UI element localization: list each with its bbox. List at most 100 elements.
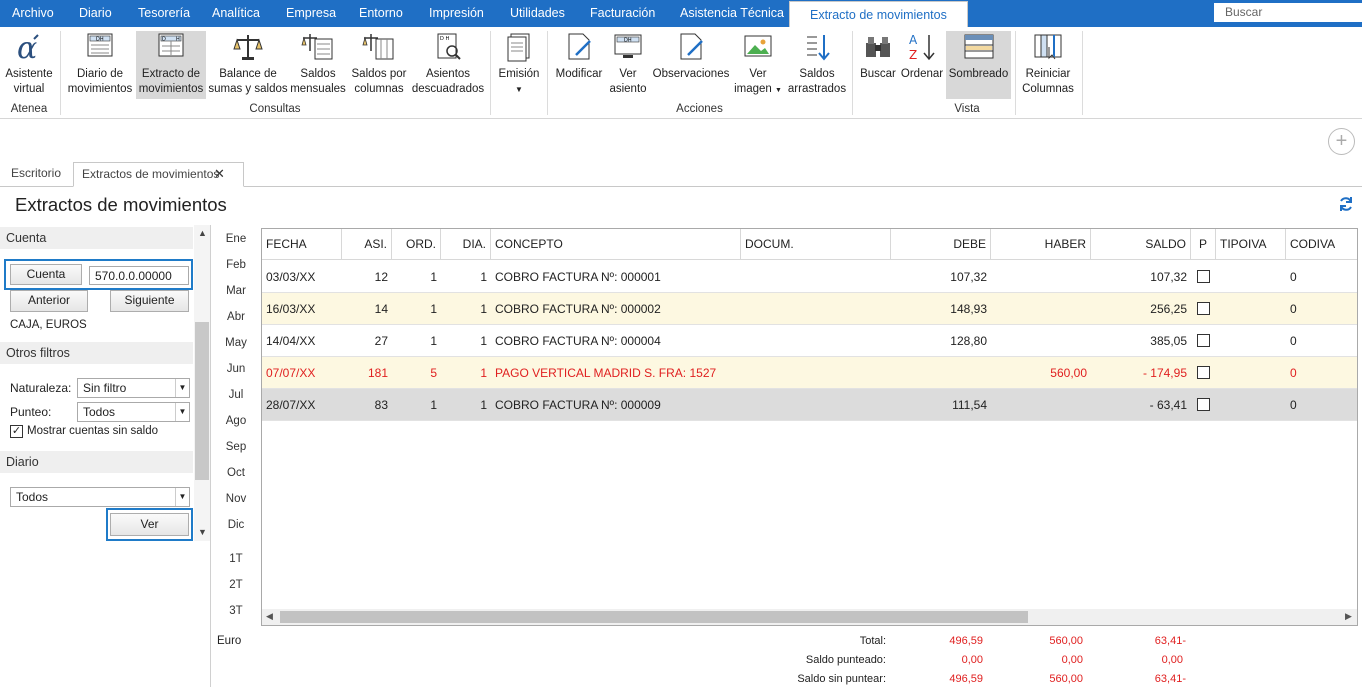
month-ago[interactable]: Ago: [214, 415, 258, 427]
col-tipoiva[interactable]: TIPOIVA: [1216, 229, 1286, 260]
buscar-button[interactable]: Buscar: [858, 31, 898, 82]
col-saldo[interactable]: SALDO: [1091, 229, 1191, 260]
scroll-thumb[interactable]: [280, 611, 1028, 623]
asistente-virtual-button[interactable]: α Asistente virtual: [3, 31, 55, 97]
balance-sumas-saldos-button[interactable]: Balance de sumas y saldos: [208, 31, 288, 97]
punteo-checkbox[interactable]: [1197, 270, 1210, 283]
extracto-movimientos-button[interactable]: DH Extracto de movimientos: [136, 31, 206, 99]
observaciones-button[interactable]: Observaciones: [651, 31, 731, 82]
cell-codiva: 0: [1290, 270, 1297, 284]
saldos-mensuales-button[interactable]: Saldos mensuales: [290, 31, 346, 97]
col-concepto[interactable]: CONCEPTO: [491, 229, 741, 260]
shading-icon: [964, 34, 993, 59]
col-docum[interactable]: DOCUM.: [741, 229, 891, 260]
total-label: Total:: [859, 635, 886, 647]
ordenar-button[interactable]: AZ Ordenar: [899, 31, 945, 82]
ver-button[interactable]: Ver: [110, 513, 189, 536]
reiniciar-columnas-button[interactable]: Reiniciar Columnas: [1018, 31, 1078, 97]
scroll-left-icon[interactable]: ◀: [266, 611, 273, 622]
scroll-up-icon[interactable]: ▲: [198, 228, 207, 238]
month-dic[interactable]: Dic: [214, 519, 258, 531]
cell-saldo: 256,25: [1150, 302, 1187, 316]
punteo-checkbox[interactable]: [1197, 302, 1210, 315]
cuenta-input[interactable]: 570.0.0.00000: [89, 266, 189, 285]
panel-scrollbar[interactable]: ▲ ▼: [194, 225, 210, 541]
add-icon[interactable]: +: [1328, 128, 1355, 155]
col-debe[interactable]: DEBE: [891, 229, 991, 260]
chevron-down-icon: ▼: [774, 87, 782, 94]
scroll-thumb[interactable]: [195, 322, 209, 480]
document-tabs: Escritorio Extractos de movimientos ✕: [0, 162, 1362, 187]
saldos-arrastrados-button[interactable]: Saldos arrastrados: [787, 31, 847, 97]
menu-analitica[interactable]: Analítica: [212, 0, 260, 27]
anterior-button[interactable]: Anterior: [10, 290, 88, 312]
close-icon[interactable]: ✕: [214, 166, 225, 182]
menu-extracto-movimientos[interactable]: Extracto de movimientos: [789, 1, 968, 27]
cell-debe: 128,80: [950, 334, 987, 348]
menu-entorno[interactable]: Entorno: [359, 0, 403, 27]
punteo-select[interactable]: Todos ▼: [77, 402, 190, 422]
table-row[interactable]: 07/07/XX 181 5 1 PAGO VERTICAL MADRID S.…: [262, 357, 1357, 389]
col-haber[interactable]: HABER: [991, 229, 1091, 260]
naturaleza-select[interactable]: Sin filtro ▼: [77, 378, 190, 398]
month-sep[interactable]: Sep: [214, 441, 258, 453]
table-row[interactable]: 28/07/XX 83 1 1 COBRO FACTURA Nº: 000009…: [262, 389, 1357, 421]
menu-asistencia-tecnica[interactable]: Asistencia Técnica: [680, 0, 784, 27]
ver-asiento-button[interactable]: DH Ver asiento: [606, 31, 650, 97]
menu-archivo[interactable]: Archivo: [12, 0, 54, 27]
month-oct[interactable]: Oct: [214, 467, 258, 479]
saldos-por-columnas-button[interactable]: Saldos por columnas: [348, 31, 410, 97]
menu-utilidades[interactable]: Utilidades: [510, 0, 565, 27]
month-nov[interactable]: Nov: [214, 493, 258, 505]
menu-empresa[interactable]: Empresa: [286, 0, 336, 27]
month-mar[interactable]: Mar: [214, 285, 258, 297]
diario-movimientos-button[interactable]: DH Diario de movimientos: [65, 31, 135, 97]
table-row[interactable]: 14/04/XX 27 1 1 COBRO FACTURA Nº: 000004…: [262, 325, 1357, 357]
diario-select[interactable]: Todos ▼: [10, 487, 190, 507]
menu-facturacion[interactable]: Facturación: [590, 0, 655, 27]
punteado-haber: 0,00: [1061, 654, 1083, 666]
menu-tesoreria[interactable]: Tesorería: [138, 0, 190, 27]
menu-diario[interactable]: Diario: [79, 0, 112, 27]
col-ord[interactable]: ORD.: [392, 229, 441, 260]
col-asi[interactable]: ASI.: [342, 229, 392, 260]
ver-imagen-button[interactable]: Ver imagen ▼: [731, 31, 785, 98]
quarter-3t[interactable]: 3T: [214, 605, 258, 617]
scroll-right-icon[interactable]: ▶: [1345, 611, 1352, 622]
punteo-checkbox[interactable]: [1197, 334, 1210, 347]
chevron-down-icon: ▼: [515, 85, 523, 94]
cell-dia: 1: [480, 334, 487, 348]
tab-escritorio[interactable]: Escritorio: [3, 162, 69, 187]
month-feb[interactable]: Feb: [214, 259, 258, 271]
menu-impresion[interactable]: Impresión: [429, 0, 484, 27]
col-codiva[interactable]: CODIVA: [1286, 229, 1357, 260]
modificar-button[interactable]: Modificar: [551, 31, 607, 82]
month-may[interactable]: May: [214, 337, 258, 349]
emision-button[interactable]: Emisión ▼: [494, 31, 544, 97]
col-fecha[interactable]: FECHA: [262, 229, 342, 260]
col-dia[interactable]: DIA.: [441, 229, 491, 260]
cuenta-button[interactable]: Cuenta: [10, 264, 82, 285]
quarter-1t[interactable]: 1T: [214, 553, 258, 565]
sombreado-button[interactable]: Sombreado: [946, 31, 1011, 99]
month-abr[interactable]: Abr: [214, 311, 258, 323]
refresh-icon[interactable]: [1338, 196, 1354, 212]
siguiente-button[interactable]: Siguiente: [110, 290, 189, 312]
search-input[interactable]: Buscar: [1214, 3, 1362, 22]
grid-horizontal-scrollbar[interactable]: ◀ ▶: [262, 609, 1357, 625]
scroll-down-icon[interactable]: ▼: [198, 527, 207, 537]
asientos-descuadrados-button[interactable]: D H Asientos descuadrados: [411, 31, 485, 97]
month-ene[interactable]: Ene: [214, 233, 258, 245]
cell-asi: 14: [374, 302, 388, 316]
month-jun[interactable]: Jun: [214, 363, 258, 375]
quarter-2t[interactable]: 2T: [214, 579, 258, 591]
punteo-checkbox[interactable]: [1197, 398, 1210, 411]
punteo-checkbox[interactable]: [1197, 366, 1210, 379]
section-cuenta: Cuenta: [0, 227, 193, 249]
mostrar-checkbox[interactable]: ✓: [10, 425, 23, 438]
table-row[interactable]: 03/03/XX 12 1 1 COBRO FACTURA Nº: 000001…: [262, 261, 1357, 293]
month-jul[interactable]: Jul: [214, 389, 258, 401]
col-p[interactable]: P: [1191, 229, 1216, 260]
table-row[interactable]: 16/03/XX 14 1 1 COBRO FACTURA Nº: 000002…: [262, 293, 1357, 325]
cell-debe: [891, 357, 991, 389]
